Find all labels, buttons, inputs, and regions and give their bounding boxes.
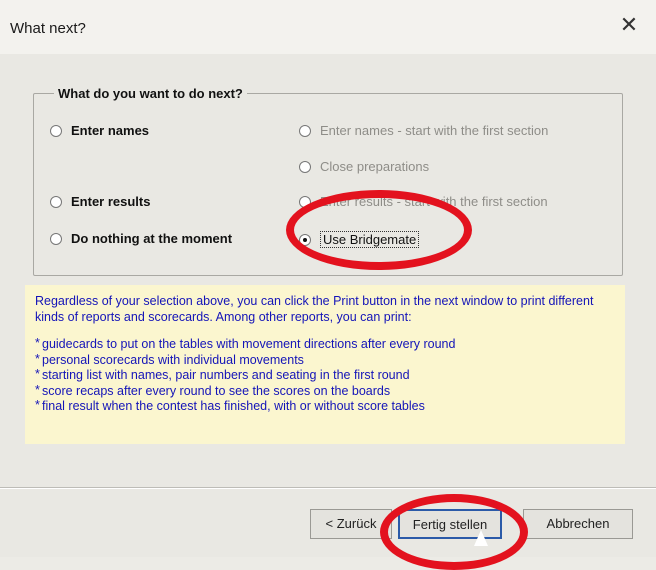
mouse-cursor-icon xyxy=(474,530,488,546)
title-bar: What next? ✕ xyxy=(0,0,656,54)
list-item: final result when the contest has finish… xyxy=(35,398,615,415)
radio-label: Do nothing at the moment xyxy=(71,231,233,246)
radio-enter-names[interactable]: Enter names xyxy=(50,123,149,138)
list-item: personal scorecards with individual move… xyxy=(35,352,615,369)
info-paragraph: Regardless of your selection above, you … xyxy=(35,294,594,324)
radio-button-icon xyxy=(50,232,62,245)
group-legend: What do you want to do next? xyxy=(58,86,243,101)
highlight-ring-bridgemate xyxy=(286,190,472,270)
list-item: guidecards to put on the tables with mov… xyxy=(35,336,615,353)
radio-button-icon xyxy=(299,160,311,173)
info-panel: Regardless of your selection above, you … xyxy=(25,285,625,444)
close-icon[interactable]: ✕ xyxy=(612,10,646,40)
radio-label: Enter names - start with the first secti… xyxy=(320,123,549,138)
dialog-body: What do you want to do next? Enter names… xyxy=(0,54,656,557)
radio-enter-results[interactable]: Enter results xyxy=(50,194,150,209)
radio-button-icon xyxy=(299,124,311,137)
radio-label: Enter results xyxy=(71,194,151,209)
radio-label: Close preparations xyxy=(320,159,430,174)
radio-button-icon xyxy=(50,195,62,208)
radio-enter-names-first-section: Enter names - start with the first secti… xyxy=(299,123,548,138)
radio-label: Enter names xyxy=(71,123,150,138)
report-list: guidecards to put on the tables with mov… xyxy=(35,336,615,415)
cancel-button[interactable]: Abbrechen xyxy=(523,509,633,539)
highlight-ring-finish xyxy=(380,494,528,570)
list-item: starting list with names, pair numbers a… xyxy=(35,367,615,384)
radio-do-nothing[interactable]: Do nothing at the moment xyxy=(50,231,232,246)
divider xyxy=(0,487,656,489)
list-item: score recaps after every round to see th… xyxy=(35,383,615,400)
radio-button-icon xyxy=(50,124,62,137)
window-title: What next? xyxy=(10,20,86,37)
radio-close-preparations: Close preparations xyxy=(299,159,429,174)
